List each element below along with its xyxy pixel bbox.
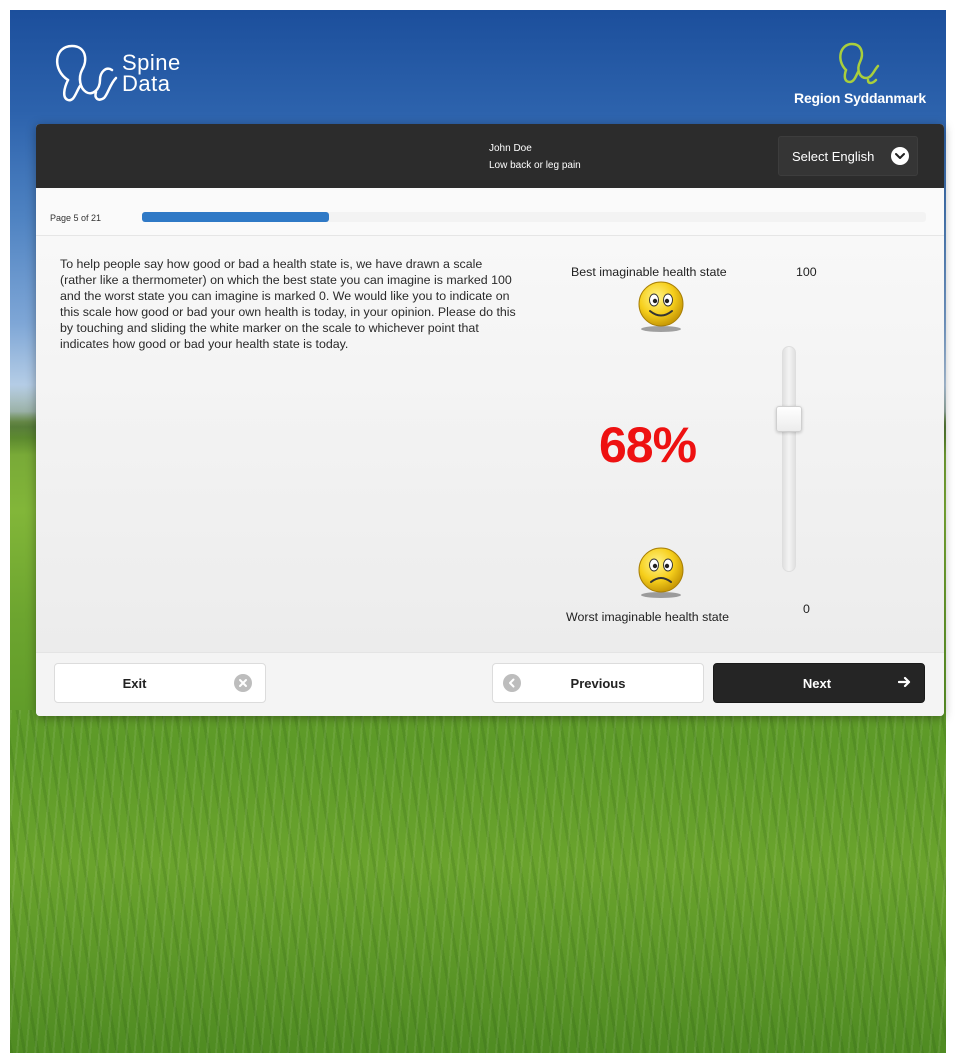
language-select-label: Select English: [792, 148, 875, 164]
logo-text-spine: Spine: [122, 50, 181, 75]
panel-header: John Doe Low back or leg pain Select Eng…: [36, 124, 944, 188]
exit-button-label: Exit: [122, 675, 147, 691]
worst-state-label: Worst imaginable health state: [566, 610, 730, 624]
arrow-right-icon: [897, 676, 912, 691]
best-state-label: Best imaginable health state: [571, 265, 727, 279]
navigation-footer: Exit Previous Next: [36, 652, 944, 716]
health-score-display: 68%: [599, 417, 697, 473]
previous-button-label: Previous: [570, 675, 626, 691]
patient-info: John Doe Low back or leg pain: [489, 140, 581, 174]
spine-data-logo-icon: [56, 44, 118, 102]
arrow-left-circle-icon: [503, 674, 521, 692]
worst-state-value: 0: [803, 602, 810, 616]
previous-button[interactable]: Previous: [492, 663, 704, 703]
logo-text-data: Data: [122, 71, 171, 96]
region-syddanmark-logo: Region Syddanmark: [794, 40, 926, 106]
happy-face-icon: [638, 281, 684, 332]
region-logo-text: Region Syddanmark: [794, 90, 926, 106]
progress-row: Page 5 of 21: [36, 188, 944, 236]
question-text: To help people say how good or bad a hea…: [60, 257, 516, 351]
health-scale-slider[interactable]: [782, 346, 796, 572]
background-grass: [10, 710, 946, 1053]
progress-bar-fill: [142, 212, 329, 222]
questionnaire-panel: John Doe Low back or leg pain Select Eng…: [36, 124, 944, 716]
question-content: To help people say how good or bad a hea…: [36, 236, 944, 652]
next-button-label: Next: [802, 675, 832, 691]
region-logo-icon: [839, 42, 880, 85]
patient-name: John Doe: [489, 143, 532, 154]
slider-thumb[interactable]: [776, 406, 802, 432]
sad-face-icon: [638, 547, 684, 598]
language-select[interactable]: Select English: [778, 136, 918, 176]
patient-diagnosis: Low back or leg pain: [489, 160, 581, 171]
best-state-value: 100: [796, 265, 817, 279]
spine-data-logo: Spine Data: [50, 40, 181, 106]
progress-bar: [142, 212, 926, 222]
next-button[interactable]: Next: [713, 663, 925, 703]
close-circle-icon: [234, 674, 252, 692]
exit-button[interactable]: Exit: [54, 663, 266, 703]
chevron-down-icon: [891, 147, 909, 165]
page-counter: Page 5 of 21: [50, 213, 102, 223]
